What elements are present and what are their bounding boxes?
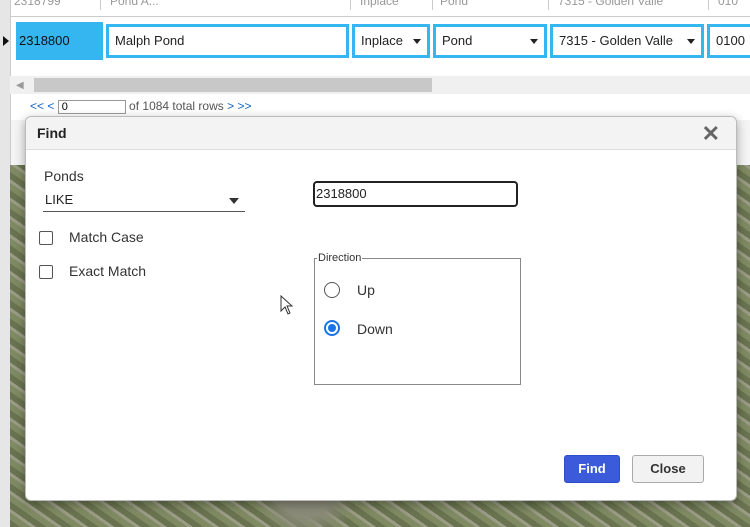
code-value: 0100 [716, 33, 745, 48]
city-select[interactable]: 7315 - Golden Valle [550, 24, 704, 58]
chevron-down-icon [687, 39, 695, 44]
scroll-left-icon[interactable]: ◀ [16, 80, 24, 91]
cell-type: Pond [440, 0, 549, 10]
direction-up-label: Up [357, 282, 375, 298]
close-button[interactable]: Close [632, 455, 704, 483]
grid-row-previous: 2318799 Pond A... Inplace Pond 7315 - Go… [10, 0, 750, 17]
cell-code: 010 [718, 0, 739, 8]
horizontal-scrollbar[interactable]: ◀ [10, 76, 750, 94]
type-value: Pond [442, 33, 473, 48]
status-select[interactable]: Inplace [352, 24, 430, 58]
chevron-down-icon [530, 39, 538, 44]
exact-match-checkbox[interactable] [39, 265, 53, 279]
chevron-down-icon [413, 39, 421, 44]
mouse-pointer-icon [280, 295, 294, 315]
scrollbar-thumb[interactable] [34, 78, 432, 92]
direction-up-radio[interactable] [324, 282, 340, 298]
direction-group: Direction Up Down [314, 252, 521, 385]
pager-total: of 1084 total rows [129, 99, 224, 113]
selected-row-id[interactable]: 2318800 [16, 22, 103, 60]
code-field[interactable]: 0100 [707, 24, 750, 58]
match-case-label: Match Case [69, 229, 144, 245]
pond-name-field[interactable]: Malph Pond [106, 24, 349, 58]
find-button[interactable]: Find [564, 455, 620, 483]
dialog-header: Find ✕ [26, 117, 736, 150]
dialog-title: Find [37, 125, 67, 141]
current-row-indicator-icon [3, 36, 9, 46]
exact-match-label: Exact Match [69, 263, 147, 279]
chevron-down-icon [229, 198, 239, 204]
direction-down-label: Down [357, 321, 393, 337]
pond-name-value: Malph Pond [115, 33, 185, 48]
status-value: Inplace [361, 33, 403, 48]
cell-status: Inplace [360, 0, 433, 10]
cell-name: Pond A... [110, 0, 351, 10]
cell-id: 2318799 [14, 0, 101, 10]
pager-first-prev[interactable]: << < [30, 99, 54, 113]
operator-value: LIKE [45, 192, 74, 207]
close-icon[interactable]: ✕ [702, 121, 720, 147]
operator-select[interactable]: LIKE [43, 189, 245, 212]
pager: << < of 1084 total rows > >> [30, 99, 251, 117]
cell-city: 7315 - Golden Valle [558, 0, 709, 10]
field-label: Ponds [44, 168, 84, 184]
find-dialog: Find ✕ Ponds LIKE Match Case Exact Match… [25, 116, 737, 501]
search-input[interactable]: 2318800 [313, 181, 518, 207]
match-case-checkbox[interactable] [39, 231, 53, 245]
pager-next-last[interactable]: > >> [227, 99, 251, 113]
page-input[interactable] [57, 100, 126, 114]
direction-legend: Direction [317, 252, 363, 264]
direction-down-radio[interactable] [324, 320, 340, 336]
type-select[interactable]: Pond [433, 24, 547, 58]
city-value: 7315 - Golden Valle [559, 33, 673, 48]
